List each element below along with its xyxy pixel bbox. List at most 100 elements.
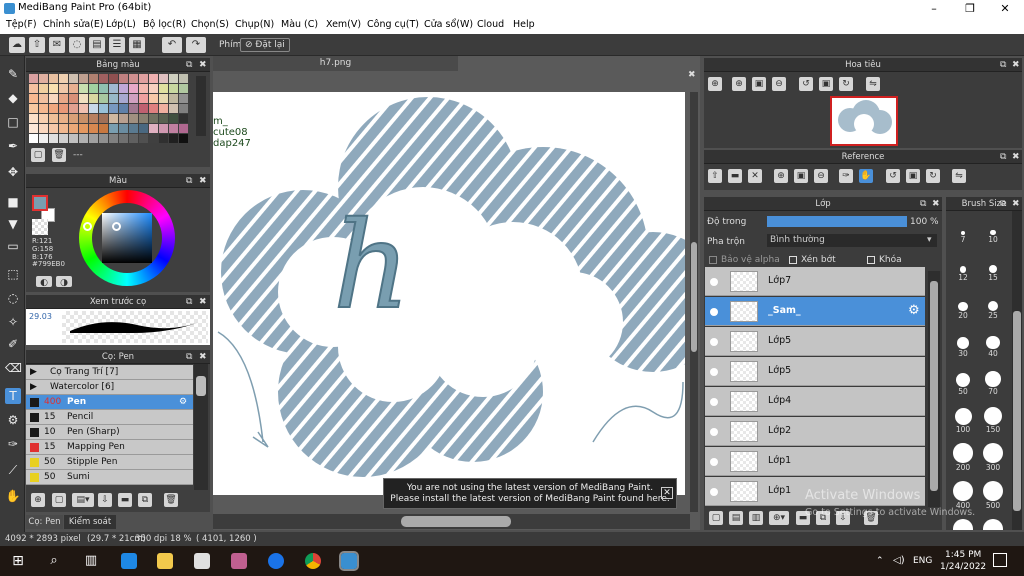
palette-swatch[interactable] <box>139 134 148 143</box>
brush-copy-icon[interactable]: ⇩ <box>98 493 112 507</box>
brush-item[interactable]: 400 Pen ⚙ <box>26 395 193 410</box>
saturation-square[interactable] <box>102 213 152 263</box>
menu-file[interactable]: Tệp(F) <box>6 19 37 30</box>
layer-row[interactable]: Lớp4 <box>705 387 925 416</box>
palette-swatch[interactable] <box>159 114 168 123</box>
medibang-taskbar-icon[interactable] <box>339 551 359 571</box>
file-explorer-icon[interactable] <box>157 553 173 569</box>
eraser-tool-icon[interactable]: ◆ <box>5 90 21 106</box>
palette-swatch[interactable] <box>29 114 38 123</box>
palette-swatch[interactable] <box>109 104 118 113</box>
layer-visibility-icon[interactable] <box>710 338 718 346</box>
move-tool-icon[interactable]: ✥ <box>5 164 21 180</box>
popout-icon[interactable]: ⧉ <box>1000 58 1006 72</box>
new-layer-icon[interactable]: ▢ <box>709 511 723 525</box>
minimize-button[interactable]: – <box>917 0 951 17</box>
cloud-icon[interactable]: ☁ <box>9 37 25 53</box>
brush-size-cell[interactable]: 200 <box>948 441 978 479</box>
delete-palette-icon[interactable]: 🗑 <box>52 148 66 162</box>
palette-swatch[interactable] <box>49 134 58 143</box>
brush-size-cell[interactable]: 70 <box>978 365 1008 403</box>
palette-swatch[interactable] <box>39 134 48 143</box>
brush-item[interactable]: 15 Pencil <box>26 410 193 425</box>
zoom-icon[interactable]: ⊕ <box>732 77 746 91</box>
expand-arrow-icon[interactable]: ▶ <box>30 365 37 380</box>
palette-swatch[interactable] <box>179 134 188 143</box>
brush-size-cell[interactable]: 25 <box>978 289 1008 327</box>
menu-window[interactable]: Cửa sổ(W) <box>424 19 473 30</box>
reset-view-icon[interactable]: ▣ <box>819 77 833 91</box>
pen-tool-icon[interactable]: ✒ <box>5 138 21 154</box>
palette-swatch[interactable] <box>59 104 68 113</box>
menu-color[interactable]: Màu (C) <box>281 19 318 30</box>
palette-swatch[interactable] <box>99 104 108 113</box>
color-mode-icon[interactable]: ◐ <box>36 276 52 288</box>
palette-swatch[interactable] <box>99 114 108 123</box>
palette-swatch[interactable] <box>69 114 78 123</box>
search-icon[interactable]: ⌕ <box>46 553 62 569</box>
palette-swatch[interactable] <box>149 124 158 133</box>
notice-close-button[interactable]: ✕ <box>661 487 673 499</box>
palette-swatch[interactable] <box>179 104 188 113</box>
palette-swatch[interactable] <box>119 84 128 93</box>
palette-swatch[interactable] <box>39 84 48 93</box>
zoom-in-icon[interactable]: ⊕ <box>774 169 788 183</box>
smudge-tool-icon[interactable]: ⟋ <box>5 462 21 478</box>
palette-swatch[interactable] <box>39 114 48 123</box>
palette-swatch[interactable] <box>59 94 68 103</box>
palette-swatch[interactable] <box>79 74 88 83</box>
maximize-button[interactable]: ❐ <box>953 0 987 17</box>
palette-swatch[interactable] <box>29 124 38 133</box>
palette-swatch[interactable] <box>89 134 98 143</box>
fill-rect-tool-icon[interactable]: ■ <box>5 194 21 210</box>
menu-help[interactable]: Help <box>513 19 535 30</box>
brush-size-cell[interactable]: 150 <box>978 403 1008 441</box>
layer-visibility-icon[interactable] <box>710 278 718 286</box>
palette-swatch[interactable] <box>89 94 98 103</box>
brush-size-cell[interactable]: 300 <box>978 441 1008 479</box>
brush-delete-icon[interactable]: 🗑 <box>164 493 178 507</box>
popout-icon[interactable]: ⧉ <box>186 350 192 364</box>
palette-swatch[interactable] <box>29 84 38 93</box>
layer-row[interactable]: Lớp7 <box>705 267 925 296</box>
sv-cursor[interactable] <box>112 222 121 231</box>
reset-view-icon[interactable]: ▣ <box>906 169 920 183</box>
lock-checkbox[interactable] <box>867 256 875 264</box>
palette-swatch[interactable] <box>49 94 58 103</box>
brush-size-cell[interactable]: 30 <box>948 327 978 365</box>
volume-icon[interactable]: ◁) <box>893 555 905 566</box>
rotate-left-icon[interactable]: ↺ <box>886 169 900 183</box>
palette-swatch[interactable] <box>89 104 98 113</box>
palette-swatch[interactable] <box>179 84 188 93</box>
palette-swatch[interactable] <box>159 74 168 83</box>
tray-chevron-icon[interactable]: ⌃ <box>876 556 884 566</box>
grid-icon[interactable]: ▦ <box>129 37 145 53</box>
folder-icon[interactable]: ▬ <box>728 169 742 183</box>
new-palette-icon[interactable]: ▢ <box>31 148 45 162</box>
document-icon[interactable]: ▤ <box>89 37 105 53</box>
palette-swatch[interactable] <box>49 74 58 83</box>
reset-button[interactable]: ⊘ Đặt lại <box>240 38 290 52</box>
language-indicator[interactable]: ENG <box>913 556 932 566</box>
new-layer-8bit-icon[interactable]: ▤ <box>729 511 743 525</box>
palette-swatch[interactable] <box>99 94 108 103</box>
palette-swatch[interactable] <box>59 84 68 93</box>
palette-swatch[interactable] <box>129 74 138 83</box>
palette-swatch[interactable] <box>169 94 178 103</box>
palette-swatch[interactable] <box>59 124 68 133</box>
palette-swatch[interactable] <box>109 94 118 103</box>
brush-group[interactable]: ▶ Watercolor [6] <box>26 380 193 395</box>
palette-swatch[interactable] <box>69 94 78 103</box>
palette-swatch[interactable] <box>179 74 188 83</box>
magic-wand-icon[interactable]: ✧ <box>5 314 21 330</box>
layer-row[interactable]: _Sam_ ⚙ <box>705 297 925 326</box>
palette-swatch[interactable] <box>49 104 58 113</box>
layer-scrollbar[interactable] <box>928 271 940 507</box>
palette-swatch[interactable] <box>99 74 108 83</box>
palette-swatch[interactable] <box>119 114 128 123</box>
palette-swatch[interactable] <box>139 124 148 133</box>
palette-swatch[interactable] <box>149 84 158 93</box>
palette-swatch[interactable] <box>119 134 128 143</box>
edge-icon[interactable] <box>121 553 137 569</box>
zalo-icon[interactable] <box>268 553 284 569</box>
